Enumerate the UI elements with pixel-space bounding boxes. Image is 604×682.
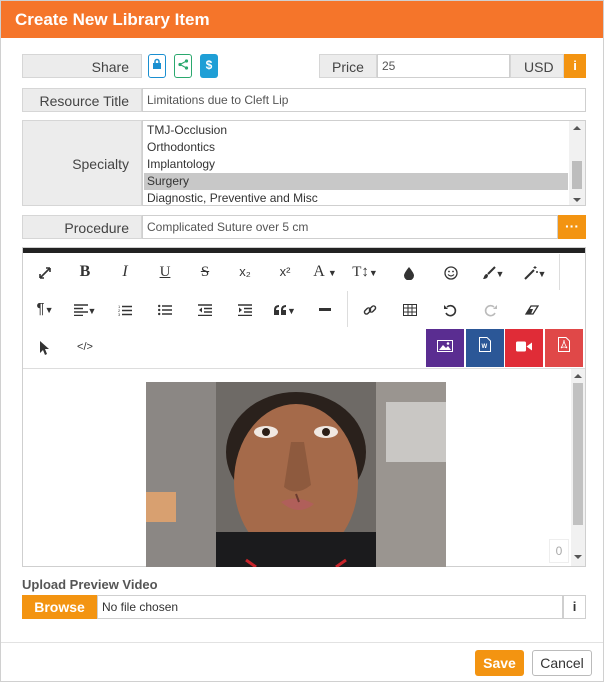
insert-image-icon	[437, 340, 453, 352]
font-color-icon[interactable]: A ▼	[305, 254, 345, 290]
dialog-header: Create New Library Item	[1, 1, 603, 38]
italic-icon[interactable]: I	[105, 254, 145, 290]
price-label-box: Price	[319, 54, 377, 78]
share-label: Share	[91, 59, 129, 75]
specialty-label-box: Specialty	[22, 120, 142, 206]
scroll-up-icon	[574, 374, 582, 378]
currency-label-box: USD	[510, 54, 564, 78]
select-cursor-icon[interactable]	[25, 329, 65, 365]
specialty-option[interactable]: TMJ-Occlusion	[144, 122, 568, 139]
ordered-list-icon[interactable]: 123	[105, 291, 145, 327]
table-icon[interactable]	[390, 291, 430, 327]
editor-scroll-thumb[interactable]	[573, 383, 583, 525]
price-input[interactable]	[377, 54, 510, 78]
browse-button[interactable]: Browse	[22, 595, 97, 619]
toolbar-divider	[559, 254, 560, 290]
insert-word-button[interactable]: W	[466, 329, 504, 367]
specialty-label: Specialty	[72, 156, 129, 172]
specialty-scrollbar[interactable]	[569, 121, 585, 205]
paragraph-label: ¶	[36, 300, 45, 317]
horizontal-rule-icon[interactable]	[305, 291, 345, 327]
dollar-button[interactable]: $	[200, 54, 218, 78]
resource-title-label-box: Resource Title	[22, 88, 142, 112]
upload-video-label: Upload Preview Video	[22, 577, 158, 592]
subscript-icon[interactable]: x₂	[225, 254, 265, 290]
scroll-down-icon	[574, 555, 582, 559]
font-size-icon[interactable]: T↕▼	[345, 254, 385, 290]
unordered-list-icon[interactable]	[145, 291, 185, 327]
rich-text-editor: B I U S x₂ x² A ▼ T↕▼ ▼ ▼ ¶▼ ▼ 123 ▼ </>…	[22, 247, 586, 567]
resource-title-input[interactable]	[142, 88, 586, 112]
file-name-display: No file chosen	[97, 595, 563, 619]
paragraph-icon[interactable]: ¶▼	[25, 291, 65, 327]
bold-icon[interactable]: B	[65, 254, 105, 290]
toolbar-divider	[347, 291, 348, 327]
strikethrough-icon[interactable]: S	[185, 254, 225, 290]
footer-divider	[1, 642, 603, 643]
quote-icon[interactable]: ▼	[265, 291, 305, 327]
indent-icon[interactable]	[225, 291, 265, 327]
svg-text:3: 3	[118, 312, 121, 316]
superscript-icon[interactable]: x²	[265, 254, 305, 290]
scroll-down-icon	[573, 198, 581, 202]
char-count: 0	[549, 539, 569, 563]
paint-brush-icon[interactable]: ▼	[473, 254, 513, 290]
cancel-button[interactable]: Cancel	[532, 650, 592, 676]
dollar-icon: $	[205, 58, 213, 72]
resource-title-label: Resource Title	[39, 93, 129, 109]
procedure-label-box: Procedure	[22, 215, 142, 239]
link-icon[interactable]	[350, 291, 390, 327]
specialty-option[interactable]: Orthodontics	[144, 139, 568, 156]
info-icon: i	[572, 599, 577, 614]
insert-word-icon: W	[479, 337, 491, 352]
currency-label: USD	[524, 59, 554, 75]
scroll-up-icon	[573, 126, 581, 130]
emoticon-icon[interactable]	[431, 254, 471, 290]
redo-icon[interactable]	[470, 291, 510, 327]
underline-icon[interactable]: U	[145, 254, 185, 290]
price-info-button[interactable]: i	[564, 54, 586, 78]
outdent-icon[interactable]	[185, 291, 225, 327]
share-nodes-button[interactable]	[174, 54, 192, 78]
info-icon: i	[573, 58, 577, 73]
font-size-label: T↕	[352, 264, 369, 280]
procedure-more-button[interactable]: ···	[558, 215, 586, 239]
magic-wand-icon[interactable]: ▼	[515, 254, 555, 290]
insert-image-button[interactable]	[426, 329, 464, 367]
more-dots-icon: ···	[565, 218, 579, 234]
expand-icon[interactable]	[25, 254, 65, 290]
insert-pdf-icon	[558, 337, 570, 352]
color-drop-icon[interactable]	[389, 254, 429, 290]
procedure-label: Procedure	[64, 220, 129, 236]
align-icon[interactable]: ▼	[65, 291, 105, 327]
lock-icon	[153, 58, 161, 69]
save-button[interactable]: Save	[475, 650, 524, 676]
eraser-icon[interactable]	[512, 291, 552, 327]
share-label-box: Share	[22, 54, 142, 78]
specialty-option[interactable]: Implantology	[144, 156, 568, 173]
create-library-item-dialog: Create New Library Item Share $ Price US…	[0, 0, 604, 682]
procedure-input[interactable]	[142, 215, 558, 239]
upload-info-button[interactable]: i	[563, 595, 586, 619]
specialty-option-selected[interactable]: Surgery	[144, 173, 568, 190]
code-view-icon[interactable]: </>	[65, 329, 105, 365]
editor-scrollbar[interactable]	[571, 369, 585, 566]
specialty-listbox[interactable]: TMJ-Occlusion Orthodontics Implantology …	[142, 120, 586, 206]
dialog-title: Create New Library Item	[15, 10, 210, 29]
insert-pdf-button[interactable]	[545, 329, 583, 367]
insert-video-icon	[516, 341, 532, 352]
font-color-label: A	[313, 263, 324, 280]
specialty-scroll-thumb[interactable]	[572, 161, 582, 189]
patient-face-photo	[146, 382, 446, 567]
editor-content-area[interactable]: 0	[23, 368, 585, 567]
specialty-option[interactable]: Diagnostic, Preventive and Misc	[144, 190, 568, 205]
svg-text:W: W	[482, 344, 488, 350]
share-nodes-icon	[177, 59, 188, 70]
editor-top-bar	[23, 248, 585, 253]
undo-icon[interactable]	[430, 291, 470, 327]
insert-video-button[interactable]	[505, 329, 543, 367]
price-label: Price	[332, 59, 364, 75]
lock-button[interactable]	[148, 54, 166, 78]
